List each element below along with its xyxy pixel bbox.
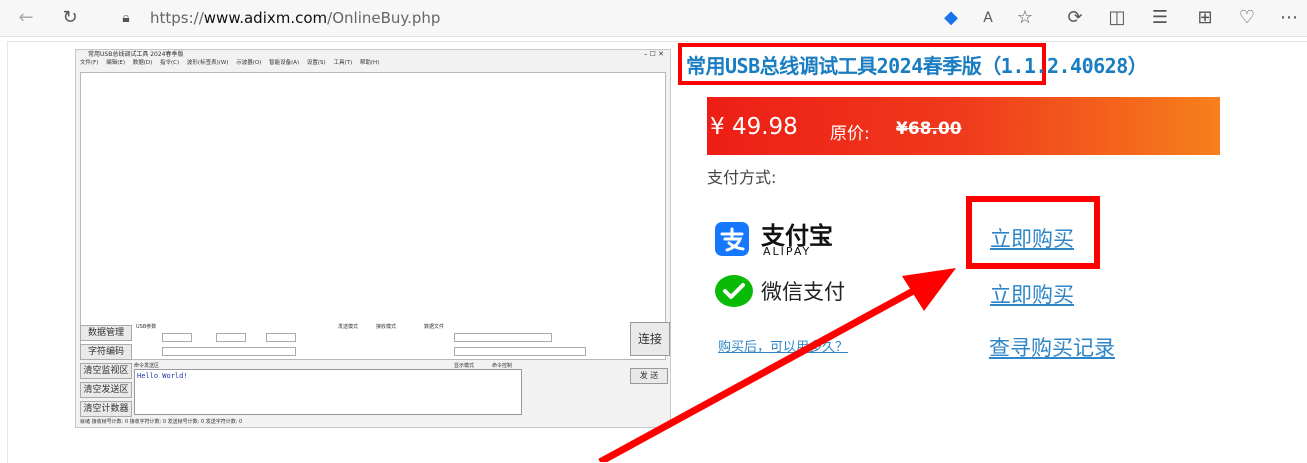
browser-toolbar: ← ↻ 🔒︎ https://www.adixm.com/OnlineBuy.p… [0,0,1307,37]
software-field [216,333,246,342]
alipay-buy-link[interactable]: 立即购买 [990,223,1074,253]
software-menu-item: 设置(S) [306,60,326,66]
alipay-logo: 支付宝 ALIPAY [715,218,895,260]
url-domain: www.adixm.com [203,9,328,27]
software-field [162,333,192,342]
software-data-file-label: 数据文件 [424,324,445,330]
product-title: 常用USB总线调试工具2024春季版（1.1.2.40628） [686,54,1148,78]
address-bar[interactable]: https://www.adixm.com/OnlineBuy.php [150,9,440,27]
software-send-control-label: 命令控制 [492,363,513,369]
software-button-clear-send: 清空发送区 [80,382,132,398]
favorites-list-icon[interactable]: ☰ [1149,6,1171,30]
original-price: ¥68.00 [896,119,962,139]
performance-icon[interactable]: ♡ [1236,6,1258,30]
software-menu-item: 帮助(H) [359,60,380,66]
alipay-icon [715,222,749,256]
software-menu-item: 文件(F) [80,60,99,66]
software-menu-item: 智能设备(A) [269,60,300,66]
current-price: ¥ 49.98 [710,114,798,140]
software-usb-params-label: USB参数 [136,324,157,330]
lock-icon[interactable]: 🔒︎ [116,6,136,30]
wechat-buy-link[interactable]: 立即购买 [990,279,1074,309]
software-field [454,333,552,342]
software-field [266,333,296,342]
software-status-bar: 就绪 接收帧号计数: 0 接收字符计数: 0 发送帧号计数: 0 发送字符计数:… [80,419,243,425]
read-aloud-icon[interactable]: A [977,6,999,30]
collections-icon[interactable]: ⊞ [1194,6,1216,30]
software-send-button: 发 送 [630,368,668,384]
software-menu-item: 工具(T) [333,60,353,66]
favorite-star-icon[interactable]: ☆ [1014,6,1036,30]
payment-method-label: 支付方式: [707,168,777,187]
extensions-icon[interactable]: ⟳ [1064,6,1086,30]
software-send-area: Hello World! [134,369,522,415]
software-menu-item: 波形(标签表)(W) [186,60,229,66]
wechat-pay-name: 微信支付 [761,280,845,304]
usage-duration-link[interactable]: 购买后，可以用多久？ [718,336,848,355]
tag-icon[interactable]: ◆ [940,6,962,30]
software-window-title: 常用USB总线调试工具 2024春季版 [88,51,184,58]
software-button-clear-monitor: 清空监视区 [80,363,132,379]
url-path: /OnlineBuy.php [327,9,441,27]
original-price-label: 原价: [830,124,870,144]
wechat-pay-logo: 微信支付 [715,272,895,312]
software-menu-item: 指令(C) [160,60,180,66]
software-button-char-encoding: 字符编码 [80,344,132,360]
software-menu-item: 示波器(O) [236,60,262,66]
refresh-icon[interactable]: ↻ [58,6,82,30]
software-menu-item: 数据(D) [132,60,153,66]
software-send-mode-label: 发送模式 [338,324,359,330]
wechat-pay-icon [715,275,753,307]
window-controls-icon: – ☐ ✕ [643,50,664,58]
url-prefix: https:// [150,9,204,27]
software-field [454,347,586,356]
software-connect-button: 连接 [630,322,670,356]
back-icon[interactable]: ← [14,6,38,30]
split-screen-icon[interactable]: ◫ [1106,6,1128,30]
software-screenshot: 常用USB总线调试工具 2024春季版 – ☐ ✕ 文件(F) 编辑(E) 数据… [75,49,671,428]
software-button-data-manage: 数据管理 [80,325,132,341]
software-send-area-label: 命令发送区 [134,363,160,369]
software-field [162,347,296,356]
software-recv-mode-label: 接收模式 [376,324,397,330]
software-button-clear-counter: 清空计数器 [80,401,132,417]
software-menu-bar: 文件(F) 编辑(E) 数据(D) 指令(C) 波形(标签表)(W) 示波器(O… [76,59,670,68]
software-display-mode-label: 显示模式 [454,363,475,369]
software-receive-area [80,72,666,360]
purchase-records-link[interactable]: 查寻购买记录 [989,332,1115,362]
alipay-sub: ALIPAY [763,245,812,258]
more-menu-icon[interactable]: ⋯ [1278,6,1300,30]
software-menu-item: 编辑(E) [106,60,125,66]
